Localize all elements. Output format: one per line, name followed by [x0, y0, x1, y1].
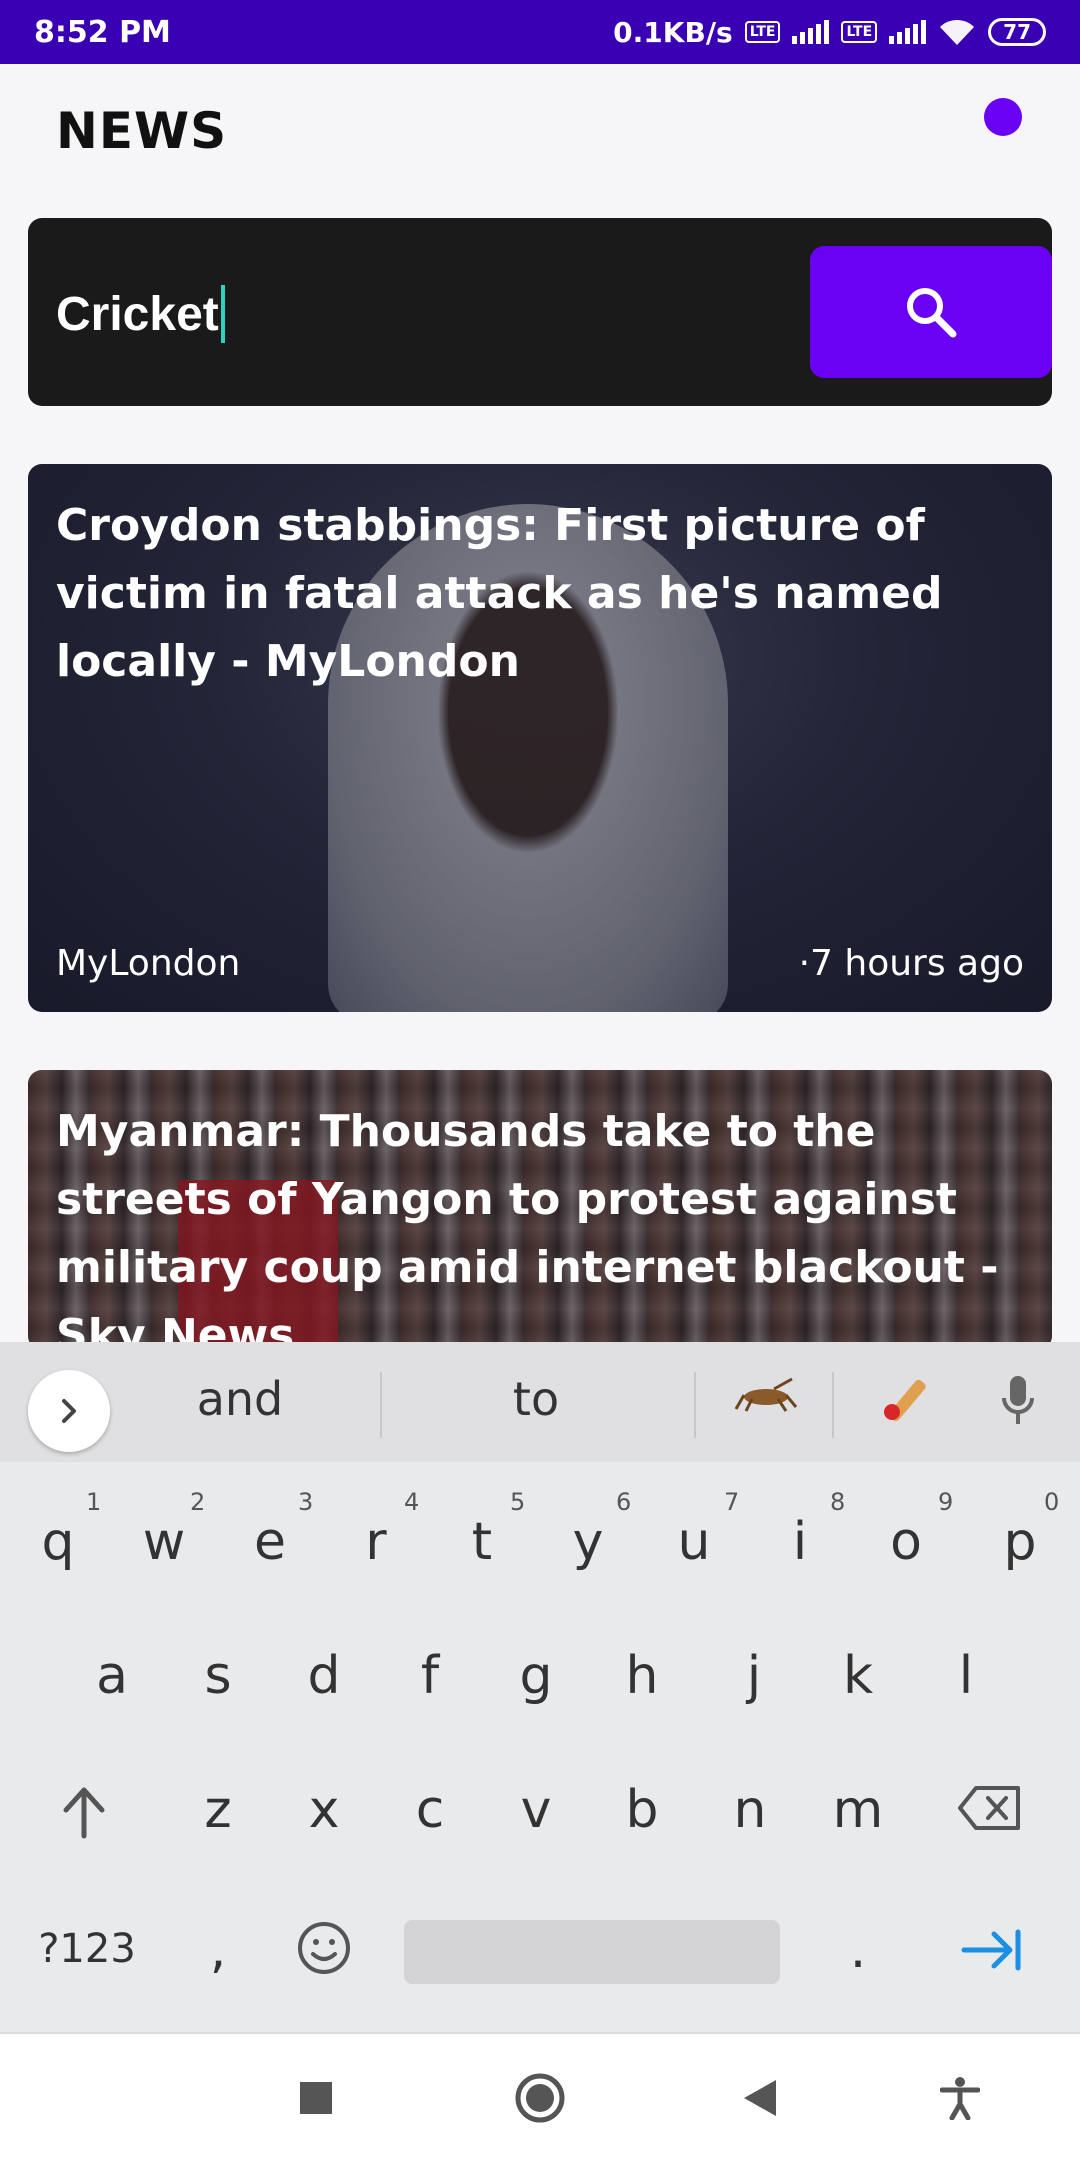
key-s[interactable]: s — [178, 1646, 258, 1706]
accessibility-icon — [940, 2077, 980, 2120]
status-time: 8:52 PM — [34, 14, 171, 50]
network-speed: 0.1KB/s — [613, 15, 733, 49]
soft-keyboard: and to q 1 w 2 e 3 r 4 t 5 y 6 u 7 i 8 o… — [0, 1342, 1080, 2032]
back-triangle-icon — [744, 2080, 776, 2116]
key-l[interactable]: l — [926, 1646, 1006, 1706]
period-key[interactable]: . — [818, 1920, 898, 1980]
signal-icon-2 — [889, 20, 927, 44]
search-bar: Cricket — [28, 218, 1052, 406]
recents-button[interactable] — [284, 2066, 348, 2130]
volte-icon: LTE — [744, 21, 781, 43]
key-d[interactable]: d — [284, 1646, 364, 1706]
microphone-icon[interactable] — [988, 1372, 1048, 1443]
shift-icon — [63, 1787, 105, 1839]
backspace-key[interactable] — [950, 1784, 1030, 1845]
chevron-right-icon — [62, 1399, 76, 1423]
cricket-bat-emoji-icon[interactable] — [866, 1372, 946, 1443]
key-i[interactable]: i — [760, 1512, 840, 1572]
key-m[interactable]: m — [818, 1780, 898, 1840]
status-bar: 8:52 PM 0.1KB/s LTE LTE 77 — [0, 0, 1080, 64]
key-w[interactable]: w — [124, 1512, 204, 1572]
key-u[interactable]: u — [654, 1512, 734, 1572]
volte-icon-2: LTE — [841, 21, 878, 43]
page-title: NEWS — [56, 102, 228, 160]
key-p[interactable]: p — [980, 1512, 1060, 1572]
search-icon — [907, 288, 957, 338]
article-title: Croydon stabbings: First picture of vict… — [56, 500, 943, 687]
key-a[interactable]: a — [72, 1646, 152, 1706]
shift-key[interactable] — [44, 1784, 124, 1853]
key-q[interactable]: q — [18, 1512, 98, 1572]
status-indicators: 0.1KB/s LTE LTE 77 — [613, 16, 1046, 49]
tab-next-icon — [961, 1929, 1021, 1971]
space-key[interactable] — [404, 1920, 780, 1984]
key-k[interactable]: k — [818, 1646, 898, 1706]
backspace-icon — [958, 1786, 1020, 1830]
key-y[interactable]: y — [548, 1512, 628, 1572]
article-time: ·7 hours ago — [798, 943, 1024, 984]
square-icon — [300, 2082, 332, 2114]
text-caret — [220, 285, 225, 343]
key-h[interactable]: h — [602, 1646, 682, 1706]
article-title: Myanmar: Thousands take to the streets o… — [56, 1106, 999, 1350]
key-r[interactable]: r — [336, 1512, 416, 1572]
key-o[interactable]: o — [866, 1512, 946, 1572]
article-card[interactable]: Myanmar: Thousands take to the streets o… — [28, 1070, 1052, 1350]
key-e[interactable]: e — [230, 1512, 310, 1572]
emoji-key[interactable] — [284, 1920, 364, 1989]
enter-key[interactable] — [952, 1926, 1032, 1987]
key-c[interactable]: c — [390, 1780, 470, 1840]
key-t[interactable]: t — [442, 1512, 522, 1572]
suggestion-item[interactable]: to — [456, 1372, 616, 1426]
system-nav-bar — [0, 2032, 1080, 2160]
notification-dot-icon[interactable] — [984, 98, 1022, 136]
symbols-key[interactable]: ?123 — [22, 1926, 152, 1972]
article-card[interactable]: Croydon stabbings: First picture of vict… — [28, 464, 1052, 1012]
search-input-value: Cricket — [56, 287, 219, 341]
back-button[interactable] — [728, 2066, 792, 2130]
key-n[interactable]: n — [710, 1780, 790, 1840]
suggestion-item[interactable]: and — [160, 1372, 320, 1426]
expand-suggestions-button[interactable] — [28, 1370, 110, 1452]
wifi-icon — [940, 19, 975, 45]
key-b[interactable]: b — [602, 1780, 682, 1840]
accessibility-button[interactable] — [928, 2066, 992, 2130]
battery-icon: 77 — [988, 18, 1046, 46]
home-button[interactable] — [508, 2066, 572, 2130]
key-g[interactable]: g — [496, 1646, 576, 1706]
comma-key[interactable]: , — [178, 1920, 258, 1980]
key-z[interactable]: z — [178, 1780, 258, 1840]
key-v[interactable]: v — [496, 1780, 576, 1840]
cricket-insect-emoji-icon[interactable] — [726, 1372, 806, 1426]
article-source: MyLondon — [56, 943, 241, 984]
search-input[interactable]: Cricket — [56, 278, 796, 350]
key-j[interactable]: j — [714, 1646, 794, 1706]
emoji-icon — [298, 1922, 350, 1974]
key-f[interactable]: f — [390, 1646, 470, 1706]
home-circle-icon — [515, 2073, 565, 2123]
key-x[interactable]: x — [284, 1780, 364, 1840]
suggestion-bar: and to — [0, 1342, 1080, 1462]
signal-icon — [792, 20, 830, 44]
search-button[interactable] — [810, 246, 1052, 378]
